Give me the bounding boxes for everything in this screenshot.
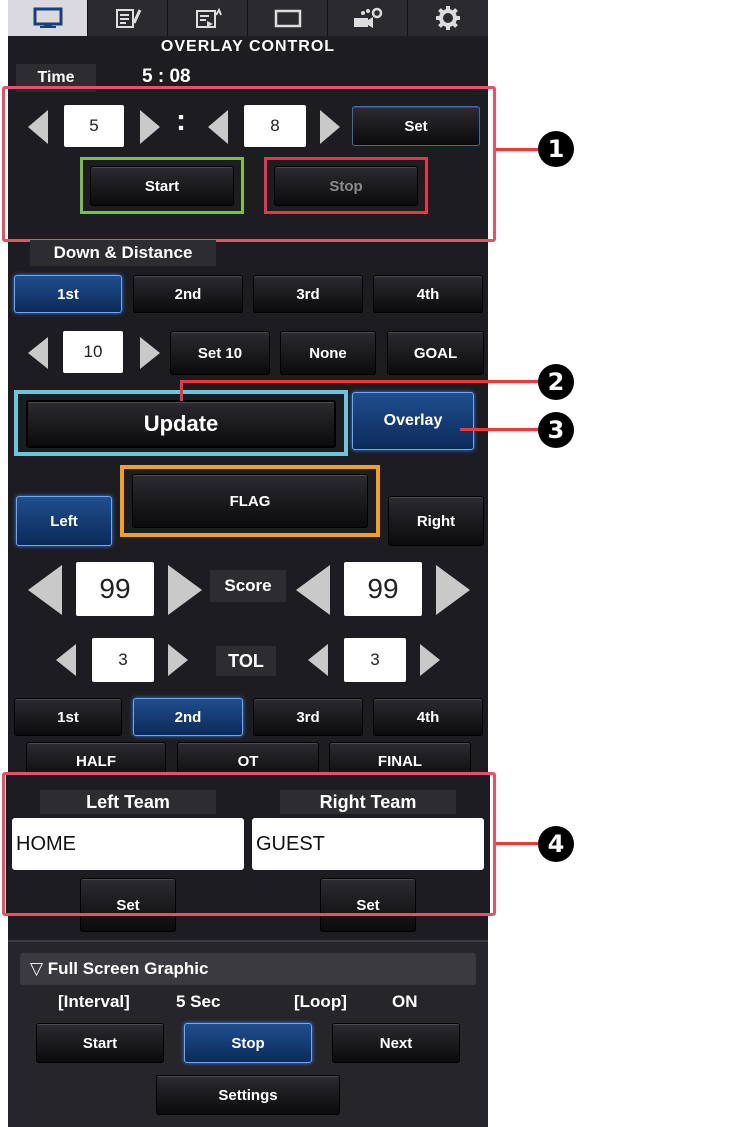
flag-right-button[interactable]: Right <box>388 496 484 546</box>
right-tol-decrement-arrow[interactable] <box>308 644 328 676</box>
gear-icon <box>436 6 460 30</box>
right-score-increment-arrow[interactable] <box>436 565 470 615</box>
quarter-1st-button[interactable]: 1st <box>14 698 122 736</box>
quarter-2nd-button[interactable]: 2nd <box>133 698 243 736</box>
flag-left-button[interactable]: Left <box>16 496 112 546</box>
left-tol-value[interactable]: 3 <box>92 638 154 682</box>
callout-4-frame <box>2 772 496 916</box>
right-score-value[interactable]: 99 <box>344 562 422 616</box>
update-button[interactable]: Update <box>26 400 336 448</box>
left-score-value[interactable]: 99 <box>76 562 154 616</box>
callout-2-line <box>180 380 538 383</box>
set-10-button[interactable]: Set 10 <box>170 331 270 375</box>
notes-icon <box>115 9 141 28</box>
down-distance-label: Down & Distance <box>30 240 216 266</box>
fullscreen-header[interactable]: ▽ Full Screen Graphic <box>20 953 476 985</box>
loop-value: ON <box>392 992 418 1011</box>
callout-2-line-vertical <box>180 381 183 401</box>
window-icon <box>274 9 301 28</box>
tab-camera-settings[interactable] <box>328 0 408 36</box>
tab-window[interactable] <box>248 0 328 36</box>
left-score-increment-arrow[interactable] <box>168 565 202 615</box>
right-tol-value[interactable]: 3 <box>344 638 406 682</box>
fullscreen-settings-button[interactable]: Settings <box>156 1075 340 1115</box>
tab-monitor[interactable] <box>8 0 88 36</box>
none-button[interactable]: None <box>280 331 376 375</box>
quarter-4th-button[interactable]: 4th <box>373 698 483 736</box>
callout-3-line <box>460 428 538 431</box>
time-display: 5 : 08 <box>142 66 191 87</box>
tab-settings[interactable] <box>408 0 488 36</box>
loop-label: [Loop] <box>294 992 347 1011</box>
tol-label: TOL <box>216 646 276 676</box>
overlay-button[interactable]: Overlay <box>352 392 474 450</box>
interval-label: [Interval] <box>58 992 130 1011</box>
camera-gear-icon <box>353 7 382 28</box>
fullscreen-start-button[interactable]: Start <box>36 1023 164 1063</box>
playlist-icon <box>195 7 222 28</box>
down-2nd-button[interactable]: 2nd <box>133 275 243 313</box>
callout-1-line <box>496 148 538 151</box>
tab-playlist[interactable] <box>168 0 248 36</box>
interval-value: 5 Sec <box>176 992 221 1011</box>
callout-1-frame <box>2 86 496 242</box>
down-4th-button[interactable]: 4th <box>373 275 483 313</box>
down-3rd-button[interactable]: 3rd <box>253 275 363 313</box>
left-tol-decrement-arrow[interactable] <box>56 644 76 676</box>
right-tol-increment-arrow[interactable] <box>420 644 440 676</box>
left-score-decrement-arrow[interactable] <box>28 565 62 615</box>
callout-3-marker: 3 <box>538 412 574 448</box>
score-label: Score <box>210 570 286 602</box>
distance-increment-arrow[interactable] <box>140 337 160 369</box>
monitor-icon <box>33 7 62 28</box>
callout-4-line <box>496 842 538 845</box>
page-title: OVERLAY CONTROL <box>8 36 488 58</box>
right-score-decrement-arrow[interactable] <box>296 565 330 615</box>
fullscreen-next-button[interactable]: Next <box>332 1023 460 1063</box>
left-tol-increment-arrow[interactable] <box>168 644 188 676</box>
callout-4-marker: 4 <box>538 826 574 862</box>
down-1st-button[interactable]: 1st <box>14 275 122 313</box>
distance-value[interactable]: 10 <box>63 331 123 373</box>
callout-2-marker: 2 <box>538 364 574 400</box>
tab-bar <box>8 0 488 36</box>
flag-button[interactable]: FLAG <box>132 474 368 528</box>
quarter-3rd-button[interactable]: 3rd <box>253 698 363 736</box>
distance-decrement-arrow[interactable] <box>28 337 48 369</box>
goal-button[interactable]: GOAL <box>387 331 484 375</box>
fullscreen-stop-button[interactable]: Stop <box>184 1023 312 1063</box>
callout-1-marker: 1 <box>538 131 574 167</box>
tab-notes[interactable] <box>88 0 168 36</box>
